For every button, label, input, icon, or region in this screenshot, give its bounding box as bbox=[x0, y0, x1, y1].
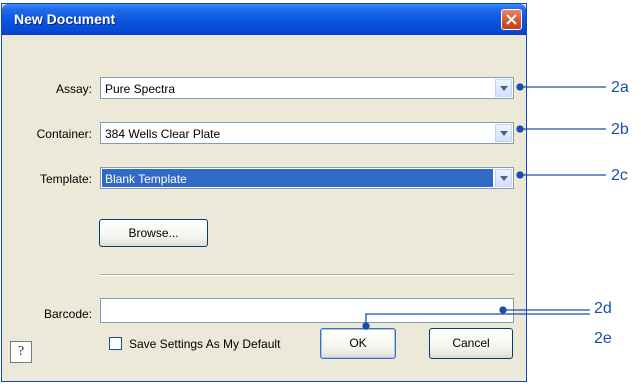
callout-2d: 2d bbox=[594, 300, 612, 317]
callout-2e: 2e bbox=[594, 330, 612, 347]
callout-2b: 2b bbox=[611, 121, 629, 138]
callout-2c: 2c bbox=[611, 167, 628, 184]
callout-dot-2d bbox=[499, 306, 507, 314]
callout-dot-2a bbox=[516, 83, 524, 91]
callout-line-2e bbox=[365, 313, 590, 326]
callout-dot-2e bbox=[362, 322, 370, 330]
callout-dot-2c bbox=[516, 171, 524, 179]
callout-2a: 2a bbox=[611, 79, 629, 96]
callout-lines bbox=[362, 83, 606, 330]
callout-dot-2b bbox=[516, 125, 524, 133]
